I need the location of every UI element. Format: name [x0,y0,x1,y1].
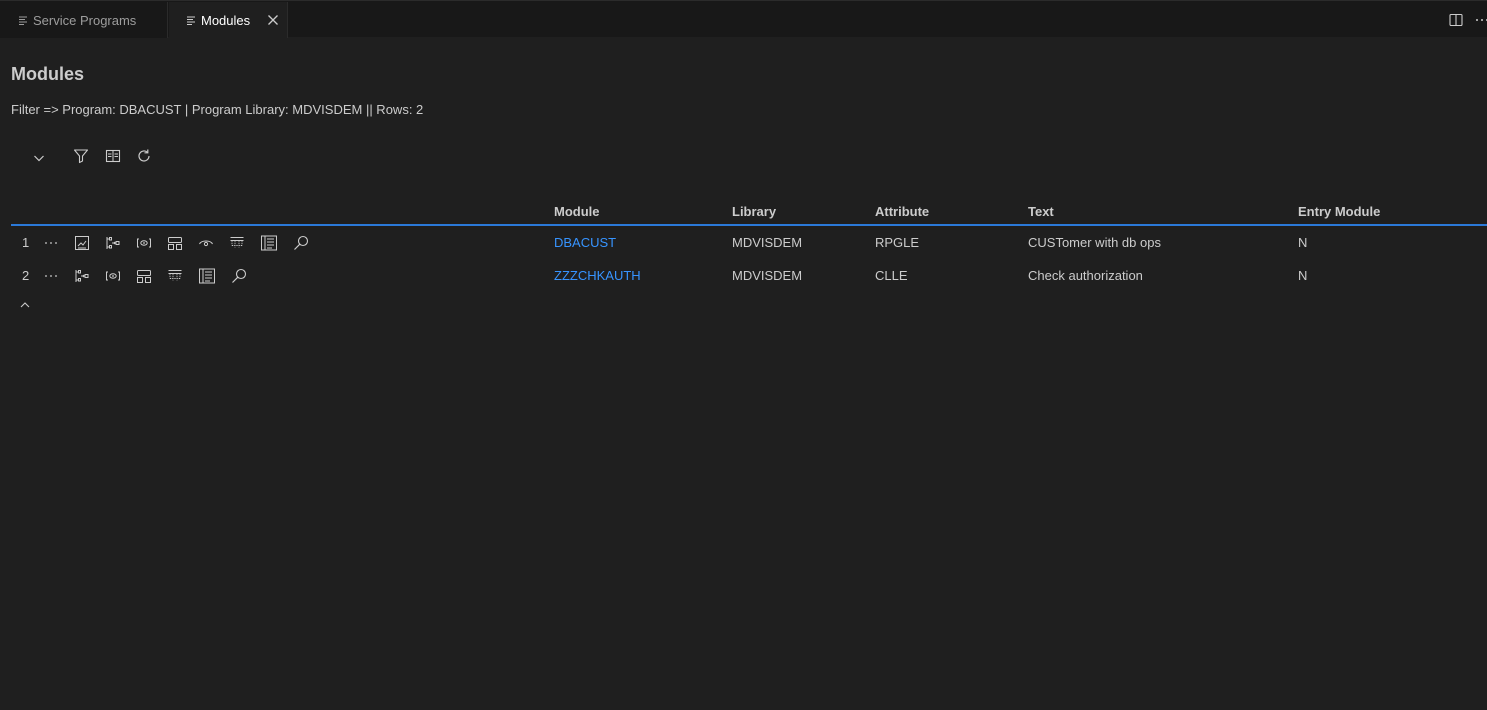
editor-tab-bar: Service Programs Modules [0,0,1487,38]
search-icon[interactable] [292,234,310,252]
page-title: Modules [11,64,85,84]
chevron-up-icon[interactable] [18,298,32,312]
column-header-module[interactable]: Module [554,204,600,219]
column-header-entry-module[interactable]: Entry Module [1298,204,1380,219]
symbol-variable-icon[interactable] [136,235,152,251]
tab-label: Service Programs [33,12,137,28]
tab-modules[interactable]: Modules [169,2,288,38]
symbol-variable-icon[interactable] [105,268,121,284]
entry-module-cell: N [1298,235,1308,250]
column-header-attribute[interactable]: Attribute [875,204,929,219]
attribute-cell: CLLE [875,268,908,283]
table-row: 2 ZZZCHKAUTH MDVISDEM CLLE Check authori… [11,263,1487,296]
table-filter-icon[interactable] [229,235,245,251]
row-more-icon[interactable] [43,268,59,284]
chart-icon[interactable] [74,235,90,251]
table-filter-icon[interactable] [167,268,183,284]
search-icon[interactable] [230,267,248,285]
table-row: 1 DBACUST MDVISDEM RPGLE CUSTomer with d… [11,230,1487,263]
split-editor-icon[interactable] [1449,13,1463,27]
list-icon [18,15,28,25]
close-icon[interactable] [267,14,279,26]
table-header: Module Library Attribute Text Entry Modu… [11,197,1487,226]
eye-icon[interactable] [198,235,214,251]
filter-icon[interactable] [73,148,89,164]
list-icon [186,15,196,25]
library-cell: MDVISDEM [732,268,803,283]
row-more-icon[interactable] [43,235,59,251]
text-cell: CUSTomer with db ops [1028,235,1161,250]
row-number: 2 [22,268,30,283]
chevron-down-icon[interactable] [31,150,47,166]
tab-service-programs[interactable]: Service Programs [0,2,168,38]
columns-icon[interactable] [105,148,121,164]
library-cell: MDVISDEM [732,235,803,250]
text-cell: Check authorization [1028,268,1143,283]
filter-summary: Filter => Program: DBACUST | Program Lib… [11,102,424,117]
refresh-icon[interactable] [136,148,152,164]
column-header-text[interactable]: Text [1028,204,1054,219]
attribute-cell: RPGLE [875,235,920,250]
module-link[interactable]: ZZZCHKAUTH [554,268,641,283]
more-actions-icon[interactable] [1475,13,1487,27]
column-header-library[interactable]: Library [732,204,776,219]
list-view-icon[interactable] [260,234,278,252]
list-view-icon[interactable] [198,267,216,285]
module-link[interactable]: DBACUST [554,235,616,250]
layout-icon[interactable] [167,235,183,251]
tab-label: Modules [201,12,251,28]
entry-module-cell: N [1298,268,1308,283]
type-hierarchy-icon[interactable] [74,268,90,284]
layout-icon[interactable] [136,268,152,284]
row-number: 1 [22,235,30,250]
type-hierarchy-icon[interactable] [105,235,121,251]
